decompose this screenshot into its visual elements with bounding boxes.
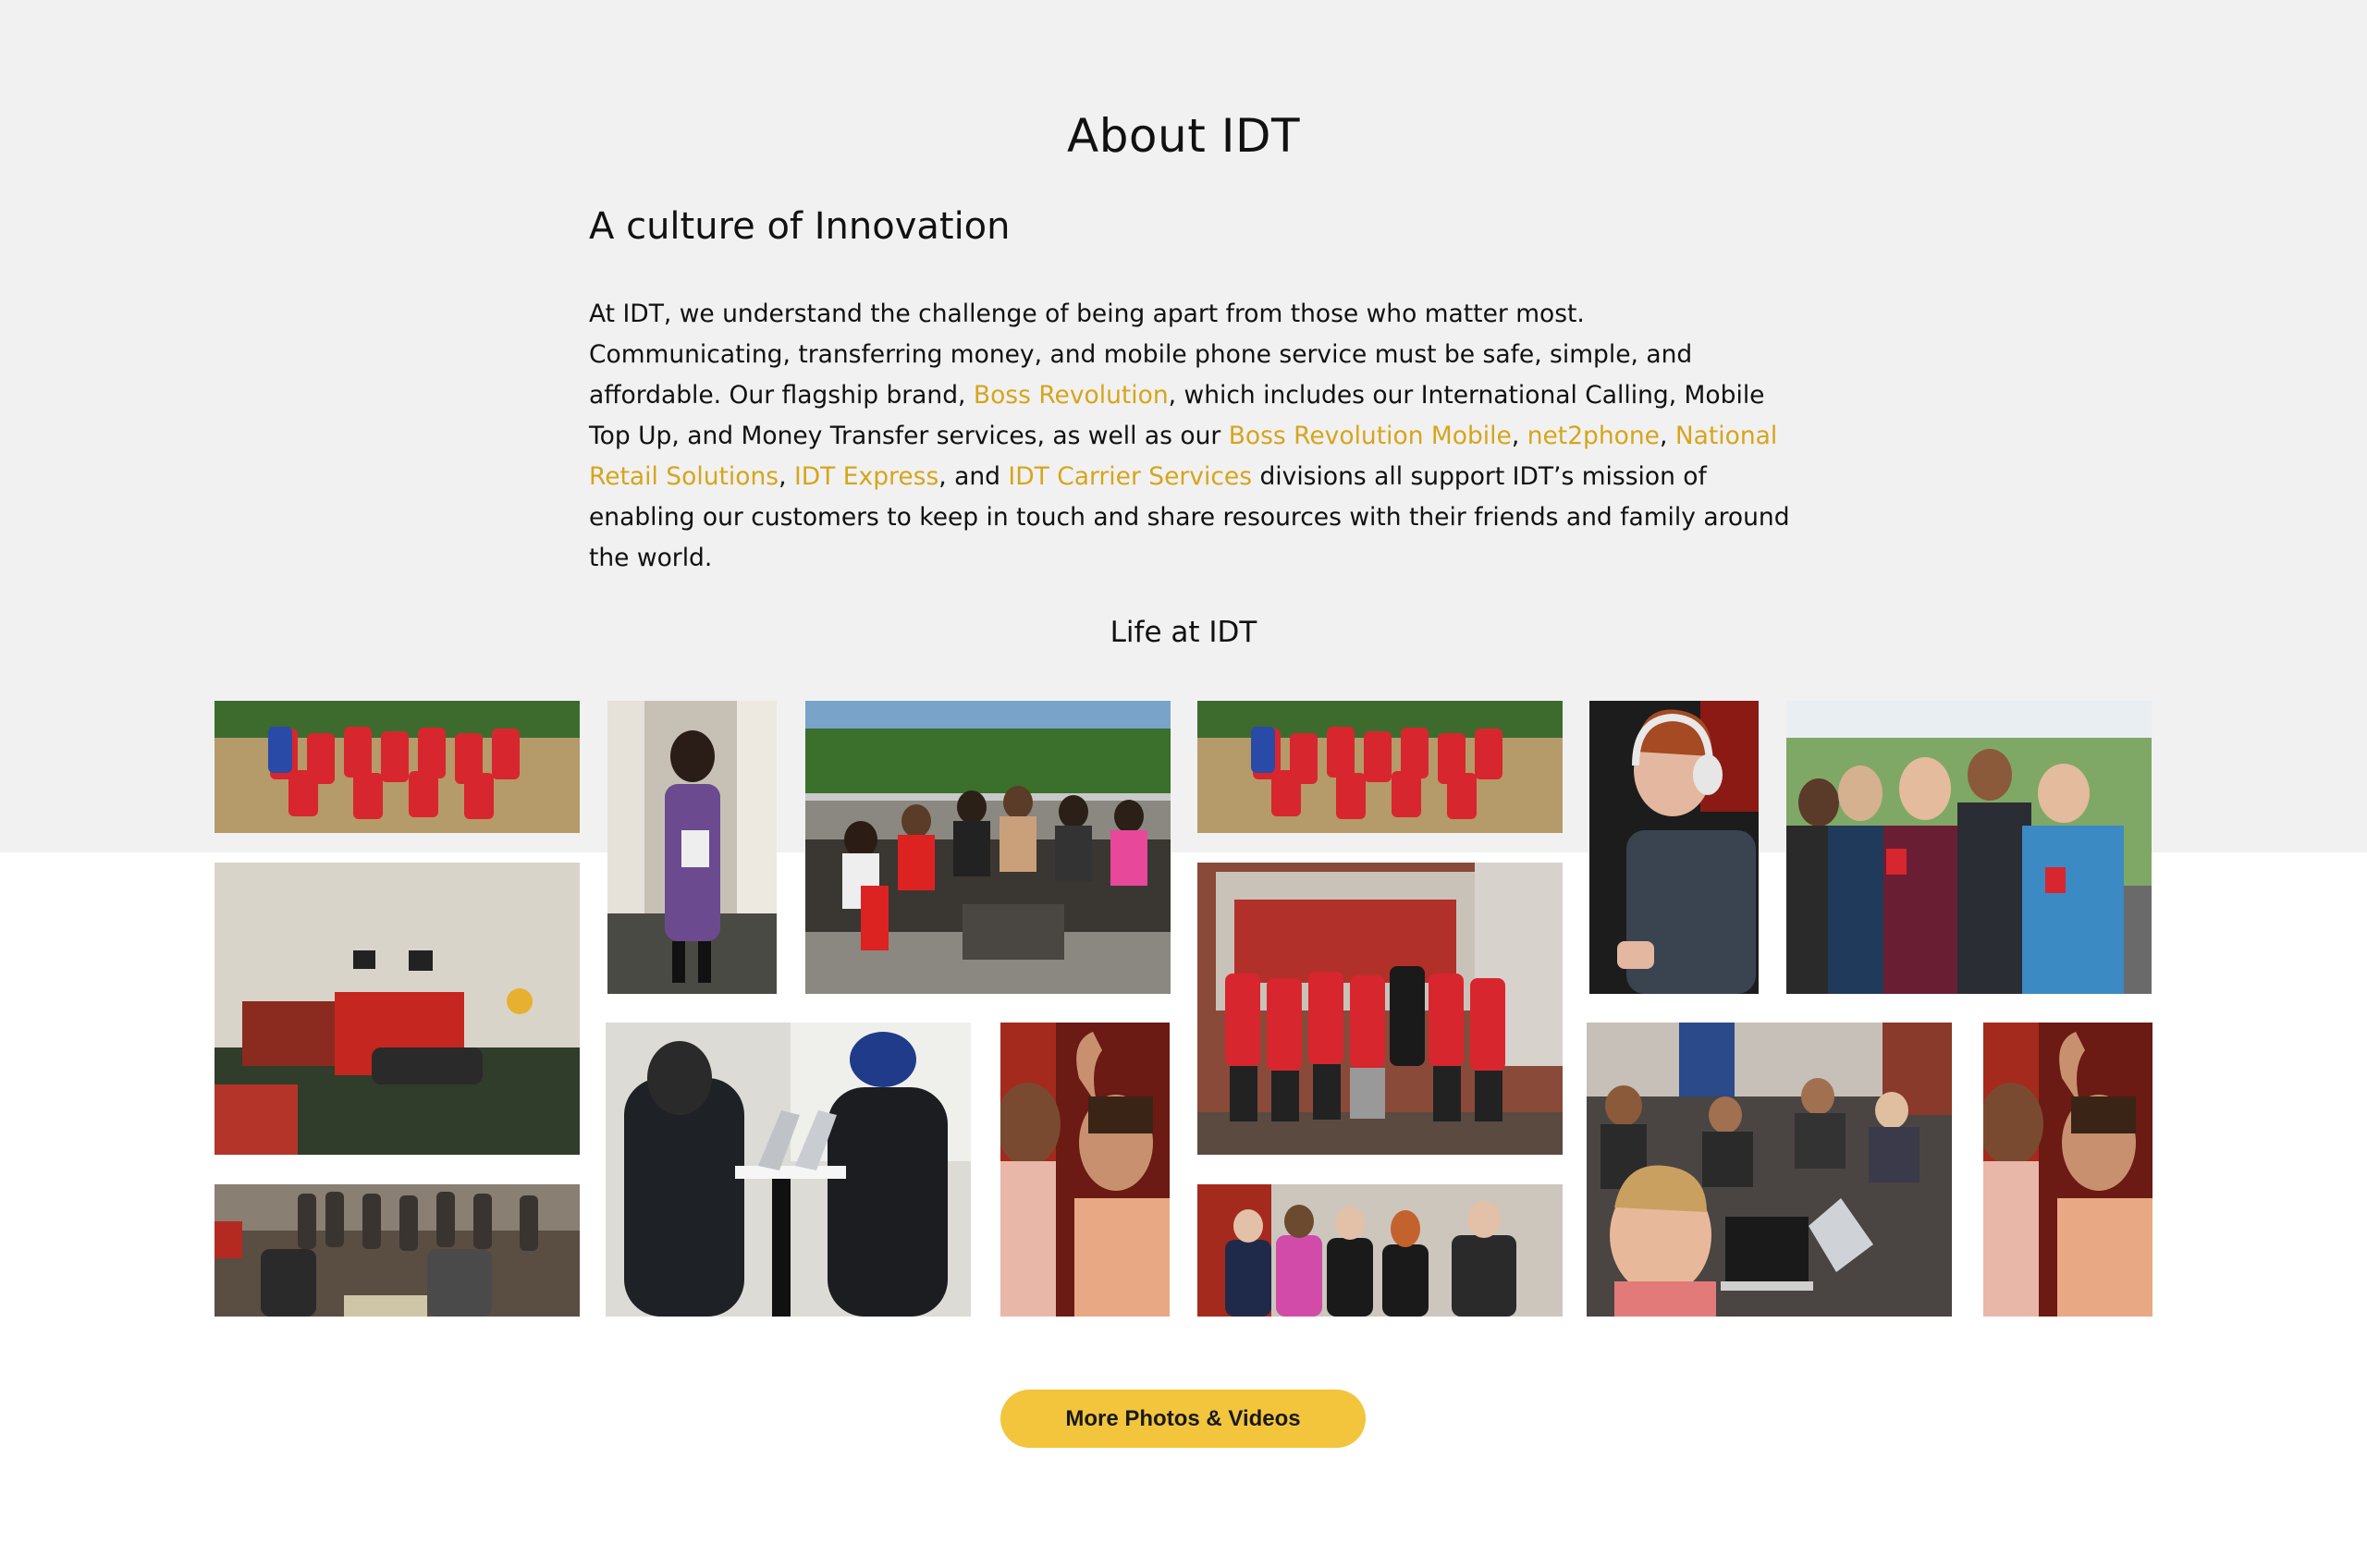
photo-chess-game[interactable] [215, 1184, 580, 1317]
photo-office-lounge[interactable] [215, 863, 580, 1155]
about-paragraph: At IDT, we understand the challenge of b… [589, 294, 1791, 579]
page-title: About IDT [1066, 109, 1300, 163]
photo-group-event[interactable] [1197, 1184, 1563, 1317]
photo-softball-team-2[interactable] [1197, 701, 1563, 833]
photo-rooftop-group[interactable] [805, 701, 1171, 994]
separator: , [1659, 422, 1675, 450]
photo-coworkers-laptops[interactable] [606, 1023, 971, 1317]
link-idt-express[interactable]: IDT Express [794, 462, 938, 491]
link-boss-revolution[interactable]: Boss Revolution [974, 381, 1169, 410]
separator: , [1511, 422, 1527, 450]
life-at-idt-title: Life at IDT [1110, 616, 1257, 649]
photo-costume-hallway[interactable] [607, 701, 777, 994]
section-subtitle: A culture of Innovation [589, 205, 1011, 248]
photo-dancing-pair-2[interactable] [1983, 1023, 2152, 1317]
link-idt-carrier-services[interactable]: IDT Carrier Services [1008, 462, 1252, 491]
more-photos-videos-button[interactable]: More Photos & Videos [1000, 1390, 1366, 1448]
photo-team-red-shirts[interactable] [1197, 863, 1563, 1155]
photo-headphones-coder[interactable] [1589, 701, 1759, 994]
photo-rooftop-party[interactable] [1786, 701, 2152, 994]
separator: , [779, 462, 794, 491]
photo-dancing-pair[interactable] [1000, 1023, 1170, 1317]
photo-hackathon-selfie[interactable] [1587, 1023, 1952, 1317]
separator: , and [938, 462, 1009, 491]
link-boss-revolution-mobile[interactable]: Boss Revolution Mobile [1229, 422, 1512, 450]
photo-softball-team[interactable] [215, 701, 580, 833]
link-net2phone[interactable]: net2phone [1527, 422, 1660, 450]
